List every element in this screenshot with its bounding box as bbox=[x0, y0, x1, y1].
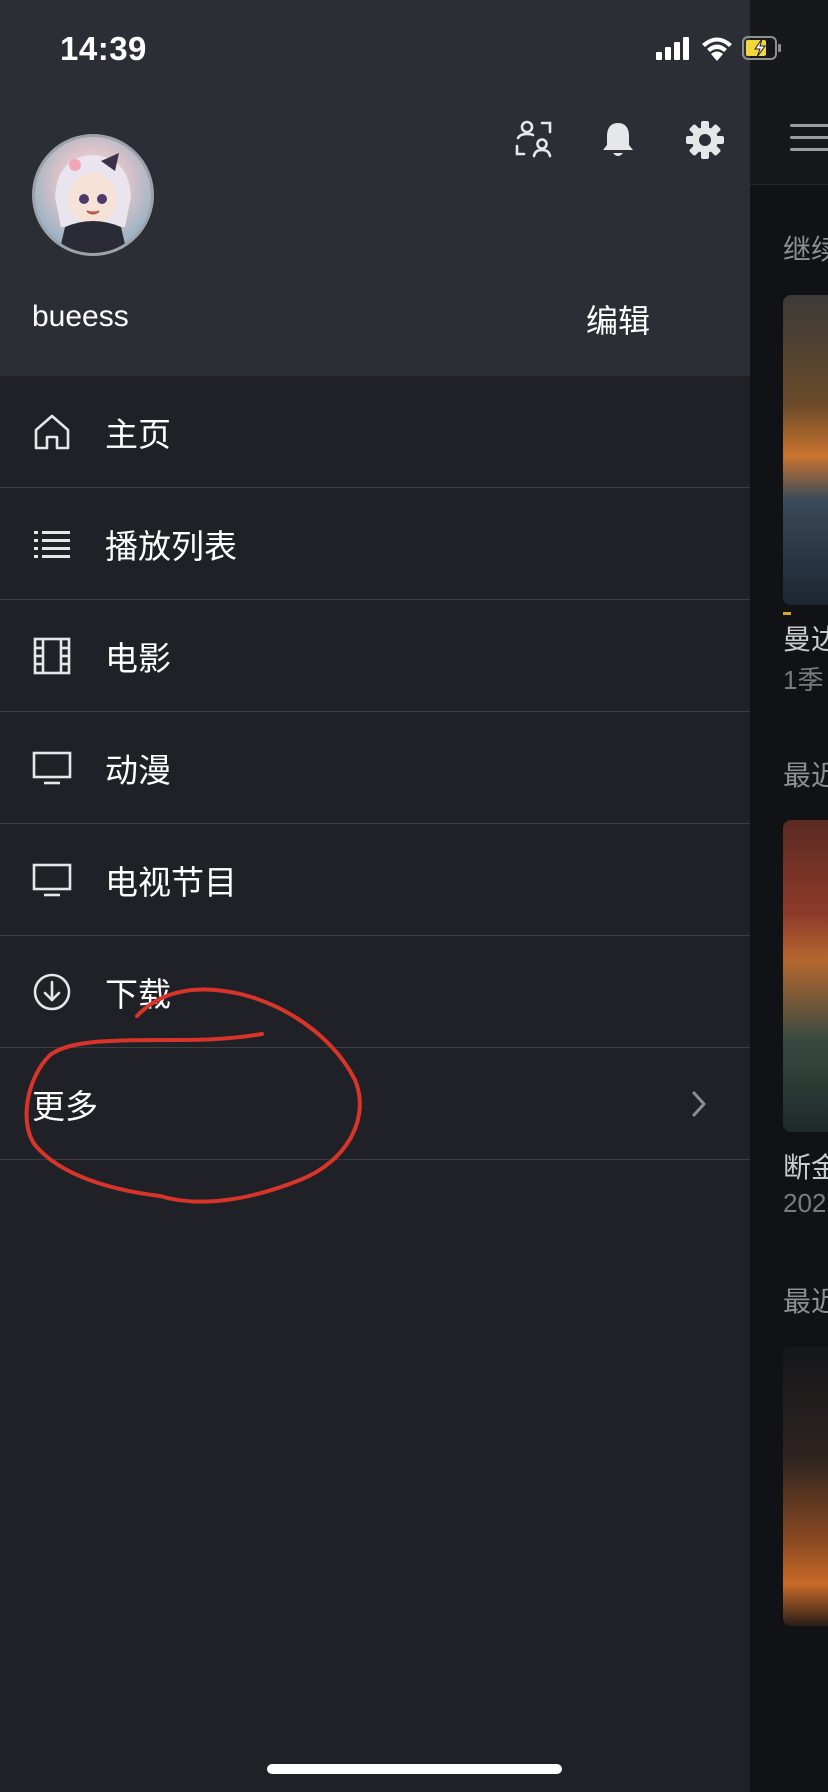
item-subtitle: 202 bbox=[783, 1188, 827, 1218]
edit-profile-button[interactable]: 编辑 bbox=[586, 296, 650, 342]
cellular-signal-icon bbox=[656, 36, 690, 60]
users-icon[interactable] bbox=[512, 118, 556, 162]
section-title-recent: 最近 bbox=[783, 760, 828, 791]
film-icon bbox=[32, 636, 72, 676]
poster-thumbnail[interactable] bbox=[783, 295, 828, 605]
item-title: 曼达 bbox=[783, 624, 828, 655]
side-drawer: 14:39 bueess 编辑 主页 播放列表 电影 动漫 电视节目 下载 更多 bbox=[0, 0, 750, 1792]
hamburger-menu-icon[interactable] bbox=[790, 124, 828, 152]
menu-item-tv-shows[interactable]: 电视节目 bbox=[0, 824, 750, 936]
section-title-recent-2: 最近 bbox=[783, 1286, 828, 1317]
item-title: 断金 bbox=[783, 1152, 828, 1183]
poster-thumbnail[interactable] bbox=[783, 1346, 828, 1626]
menu-item-label: 下载 bbox=[105, 975, 171, 1013]
wifi-icon bbox=[700, 34, 734, 62]
avatar[interactable] bbox=[32, 134, 154, 256]
chevron-right-icon bbox=[688, 1087, 710, 1121]
menu-item-more[interactable]: 更多 bbox=[0, 1048, 750, 1160]
menu-item-label: 电视节目 bbox=[105, 863, 237, 901]
main-screen-background: 继续 曼达 1季 最近 断金 202 最近 bbox=[750, 0, 828, 1792]
home-icon bbox=[32, 412, 72, 452]
battery-charging-icon bbox=[742, 36, 782, 60]
menu-item-anime[interactable]: 动漫 bbox=[0, 712, 750, 824]
menu-item-home[interactable]: 主页 bbox=[0, 376, 750, 488]
poster-thumbnail[interactable] bbox=[783, 820, 828, 1132]
menu-item-downloads[interactable]: 下载 bbox=[0, 936, 750, 1048]
home-indicator[interactable] bbox=[267, 1764, 562, 1774]
menu-item-label: 主页 bbox=[105, 415, 171, 453]
bell-icon[interactable] bbox=[596, 118, 640, 162]
list-icon bbox=[32, 524, 72, 564]
main-top-bar bbox=[750, 0, 828, 185]
tv-icon bbox=[32, 748, 72, 788]
menu-item-label: 电影 bbox=[105, 639, 171, 677]
menu-item-playlist[interactable]: 播放列表 bbox=[0, 488, 750, 600]
download-icon bbox=[32, 972, 72, 1012]
menu-item-label: 播放列表 bbox=[105, 527, 237, 565]
section-title-continue: 继续 bbox=[783, 234, 828, 265]
status-time: 14:39 bbox=[60, 30, 147, 67]
menu-item-label: 动漫 bbox=[105, 751, 171, 789]
menu-item-label: 更多 bbox=[32, 1087, 98, 1125]
menu-item-movies[interactable]: 电影 bbox=[0, 600, 750, 712]
item-subtitle: 1季 bbox=[783, 665, 824, 695]
gear-icon[interactable] bbox=[683, 118, 727, 162]
watch-progress-bar bbox=[783, 612, 791, 615]
tv-icon bbox=[32, 860, 72, 900]
drawer-menu: 主页 播放列表 电影 动漫 电视节目 下载 更多 bbox=[0, 376, 750, 1160]
username: bueess bbox=[32, 300, 129, 333]
drawer-header: 14:39 bueess 编辑 bbox=[0, 0, 750, 376]
